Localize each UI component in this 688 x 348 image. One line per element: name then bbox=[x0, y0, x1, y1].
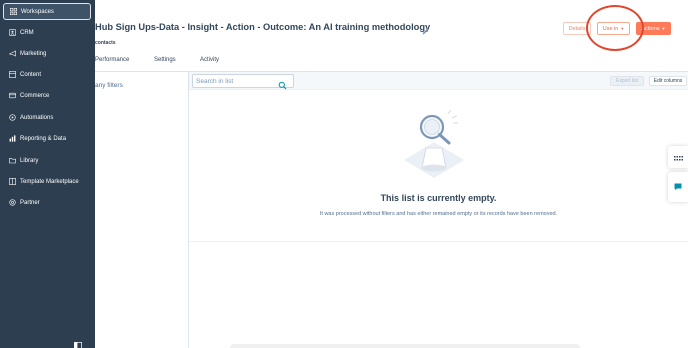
panel-divider bbox=[188, 72, 189, 348]
sidebar-item-label: Template Marketplace bbox=[20, 178, 79, 185]
sidebar-item-label: Automations bbox=[20, 114, 54, 121]
workspaces-icon bbox=[8, 8, 18, 15]
search-icon[interactable] bbox=[278, 77, 287, 90]
commerce-icon bbox=[7, 92, 17, 99]
sidebar-item-workspaces[interactable]: Workspaces bbox=[3, 3, 91, 20]
page-title: Hub Sign Ups-Data - Insight - Action - O… bbox=[95, 22, 431, 32]
sidebar-item-reporting-data[interactable]: Reporting & Data bbox=[3, 130, 91, 147]
empty-state-description: It was processed without filters and has… bbox=[319, 211, 558, 217]
collapse-sidebar-icon[interactable] bbox=[74, 336, 82, 348]
partner-icon bbox=[7, 199, 17, 206]
grid-dots-icon bbox=[673, 148, 683, 166]
use-in-button[interactable]: Use in ▼ bbox=[597, 22, 630, 35]
app-window: Workspaces CRM Marketing Content Commerc… bbox=[0, 0, 688, 348]
sidebar-item-commerce[interactable]: Commerce bbox=[3, 87, 91, 104]
actions-label: Actions bbox=[641, 25, 660, 32]
sidebar-item-content[interactable]: Content bbox=[3, 66, 91, 83]
template-marketplace-icon bbox=[7, 178, 17, 185]
sidebar-item-crm[interactable]: CRM bbox=[3, 24, 91, 41]
export-list-button[interactable]: Export list bbox=[610, 76, 644, 86]
sidebar-item-label: Marketing bbox=[20, 50, 47, 57]
sidebar-item-label: Library bbox=[20, 157, 39, 164]
sidebar-item-library[interactable]: Library bbox=[3, 152, 91, 169]
edit-columns-button[interactable]: Edit columns bbox=[649, 76, 687, 86]
sidebar-item-label: Partner bbox=[20, 199, 40, 206]
search-input[interactable] bbox=[196, 77, 276, 86]
tab-settings[interactable]: Settings bbox=[154, 57, 176, 63]
sidebar-item-label: CRM bbox=[20, 29, 34, 36]
empty-state-title: This list is currently empty. bbox=[380, 193, 497, 203]
chat-bubble-icon bbox=[674, 178, 682, 196]
marketing-icon bbox=[7, 50, 17, 57]
tab-performance[interactable]: Performance bbox=[95, 57, 129, 63]
sidebar: Workspaces CRM Marketing Content Commerc… bbox=[0, 0, 95, 348]
sidebar-item-template-marketplace[interactable]: Template Marketplace bbox=[3, 173, 91, 190]
bottom-overlay bbox=[230, 344, 580, 348]
sidebar-item-label: Content bbox=[20, 71, 42, 78]
crm-icon bbox=[7, 29, 17, 36]
search-box bbox=[192, 74, 294, 90]
chevron-down-icon: ▼ bbox=[661, 26, 666, 31]
sidebar-item-label: Reporting & Data bbox=[20, 135, 67, 142]
magnifying-glass-illustration bbox=[398, 108, 470, 184]
sidebar-item-label: Commerce bbox=[20, 92, 50, 99]
list-object-type: contacts bbox=[95, 40, 116, 46]
details-button[interactable]: Details bbox=[563, 22, 591, 35]
pencil-icon[interactable] bbox=[421, 23, 430, 35]
chat-widget[interactable] bbox=[668, 172, 688, 202]
content-icon bbox=[7, 71, 17, 78]
reporting-icon bbox=[7, 135, 17, 142]
library-icon bbox=[7, 157, 17, 164]
use-in-label: Use in bbox=[602, 25, 619, 32]
chevron-down-icon: ▼ bbox=[620, 26, 625, 31]
sidebar-panel-toggle[interactable] bbox=[668, 146, 688, 168]
sidebar-item-partner[interactable]: Partner bbox=[3, 194, 91, 211]
filters-summary: any filters bbox=[95, 82, 123, 89]
automations-icon bbox=[7, 114, 17, 121]
content-divider bbox=[189, 241, 688, 242]
sidebar-item-label: Workspaces bbox=[21, 8, 54, 15]
tab-activity[interactable]: Activity bbox=[200, 57, 219, 63]
actions-button[interactable]: Actions ▼ bbox=[636, 22, 671, 35]
sidebar-item-automations[interactable]: Automations bbox=[3, 109, 91, 126]
sidebar-item-marketing[interactable]: Marketing bbox=[3, 45, 91, 62]
